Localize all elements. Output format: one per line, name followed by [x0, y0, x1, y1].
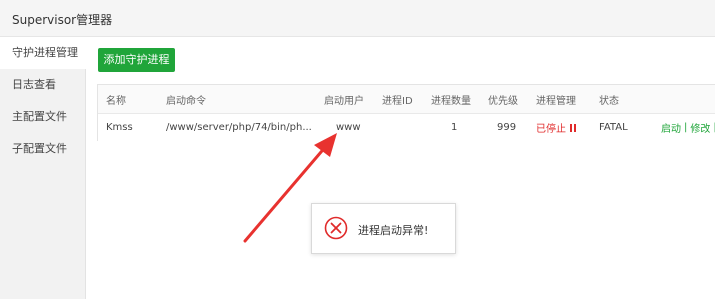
- sidebar-item-main-config[interactable]: 主配置文件: [0, 101, 86, 133]
- row-actions: 启动 | 修改 |: [661, 114, 715, 141]
- process-table: 名称 启动命令 启动用户 进程ID 进程数量 优先级 进程管理 状态 Kmss …: [97, 84, 715, 141]
- sidebar-item-label: 子配置文件: [12, 142, 67, 155]
- sidebar-item-daemon-management[interactable]: 守护进程管理: [0, 37, 87, 69]
- sidebar: 守护进程管理 日志查看 主配置文件 子配置文件: [0, 37, 87, 299]
- header-pid[interactable]: 进程ID: [382, 85, 413, 113]
- sidebar-item-label: 日志查看: [12, 78, 56, 91]
- stop-toggle[interactable]: 已停止: [536, 114, 577, 141]
- cell-name: Kmss: [106, 122, 133, 133]
- sidebar-item-sub-config[interactable]: 子配置文件: [0, 133, 86, 165]
- app-title: Supervisor管理器: [12, 13, 113, 27]
- cell-priority: 999: [497, 122, 517, 133]
- pause-icon: [570, 123, 577, 132]
- table-header: 名称 启动命令 启动用户 进程ID 进程数量 优先级 进程管理 状态: [98, 85, 715, 114]
- header-priority[interactable]: 优先级: [488, 85, 518, 113]
- error-toast: 进程启动异常!: [311, 203, 456, 254]
- sidebar-item-label: 主配置文件: [12, 110, 67, 123]
- cell-count: 1: [451, 122, 458, 133]
- header-count[interactable]: 进程数量: [431, 85, 471, 113]
- action-separator: |: [684, 122, 688, 133]
- cell-status: FATAL: [599, 122, 628, 133]
- table-row: Kmss /www/server/php/74/bin/ph... www 1 …: [98, 114, 715, 141]
- status-stopped-label: 已停止: [536, 124, 566, 135]
- toast-message: 进程启动异常!: [358, 224, 429, 237]
- title-bar: Supervisor管理器: [0, 0, 715, 37]
- sidebar-item-log-viewer[interactable]: 日志查看: [0, 69, 86, 101]
- header-name[interactable]: 名称: [106, 85, 126, 113]
- header-command[interactable]: 启动命令: [166, 85, 206, 113]
- header-status[interactable]: 状态: [599, 85, 619, 113]
- cell-command: /www/server/php/74/bin/ph...: [166, 122, 312, 133]
- header-manage[interactable]: 进程管理: [536, 85, 576, 113]
- error-circle-icon: [324, 216, 348, 240]
- edit-link[interactable]: 修改: [690, 120, 710, 135]
- red-arrow-annotation: [243, 133, 337, 243]
- cell-user: www: [336, 122, 361, 133]
- header-user[interactable]: 启动用户: [324, 85, 364, 113]
- start-link[interactable]: 启动: [661, 120, 681, 135]
- sidebar-item-label: 守护进程管理: [12, 46, 78, 59]
- add-daemon-button[interactable]: 添加守护进程: [98, 48, 175, 72]
